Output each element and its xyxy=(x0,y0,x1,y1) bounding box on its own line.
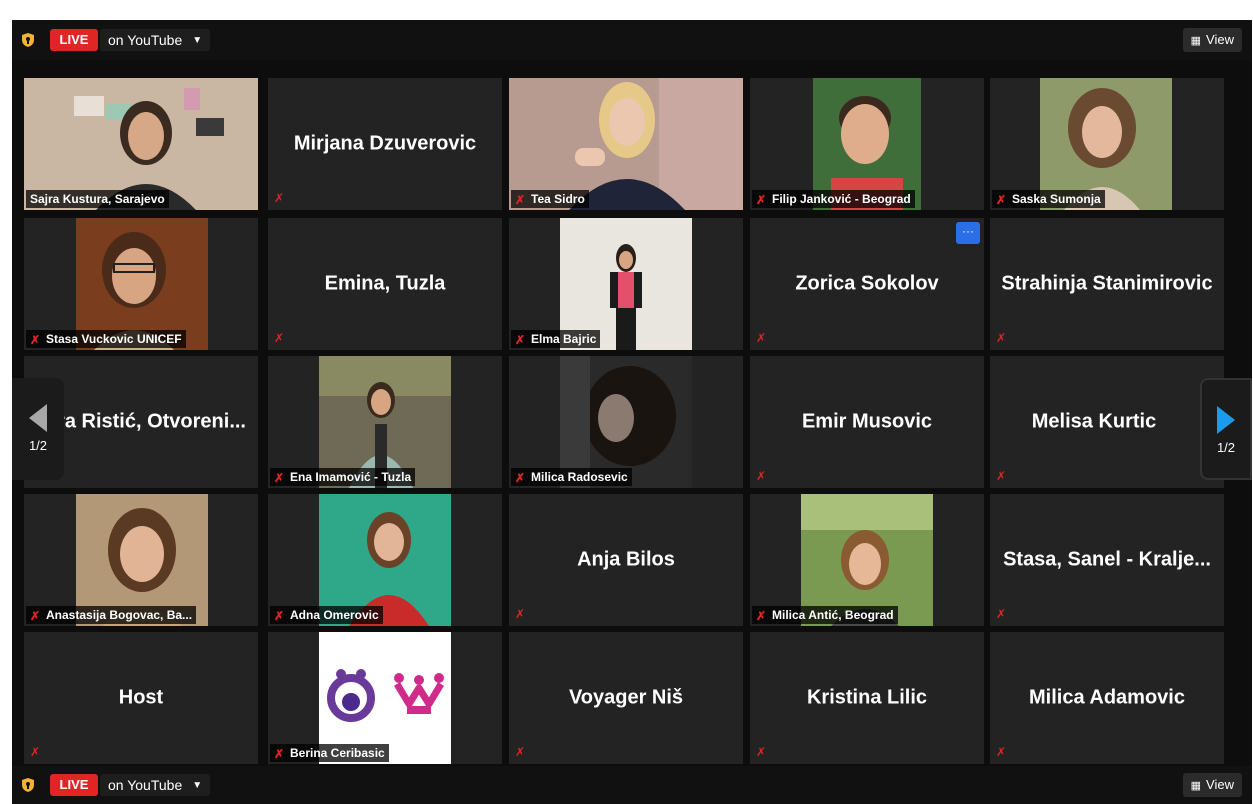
muted-mic-icon: ✗ xyxy=(30,333,41,347)
participant-tile-ena[interactable]: ✗ Ena Imamović - Tuzla xyxy=(268,356,502,488)
participant-name-label: ✗ Ena Imamović - Tuzla xyxy=(270,468,416,486)
participant-tile-saska[interactable]: ✗ Saska Sumonja xyxy=(990,78,1224,210)
zoom-meeting-window: Sajra Kustura, Sarajevo Mirjana Dzuverov… xyxy=(12,20,1252,804)
view-button[interactable]: ▦ View xyxy=(1182,773,1242,797)
muted-mic-icon: ✗ xyxy=(996,331,1007,345)
participant-tile-milica-adamovic[interactable]: Milica Adamovic ✗ xyxy=(990,632,1224,764)
participant-name-label: ✗ Adna Omerovic xyxy=(270,606,383,624)
participant-tile-sajra[interactable]: Sajra Kustura, Sarajevo xyxy=(24,78,258,210)
participant-name-label: ✗ Milica Radosevic xyxy=(511,468,632,486)
participant-tile-zorica[interactable]: Zorica Sokolov ··· ✗ xyxy=(750,218,984,350)
muted-mic-icon: ✗ xyxy=(996,607,1007,621)
muted-mic-icon: ✗ xyxy=(515,193,526,207)
participant-tile-tea[interactable]: ✗ Tea Sidro xyxy=(509,78,743,210)
muted-mic-icon: ✗ xyxy=(515,333,526,347)
participant-name-label: ✗ Stasa Vuckovic UNICEF xyxy=(26,330,186,348)
muted-mic-icon: ✗ xyxy=(515,745,526,759)
more-options-button[interactable]: ··· xyxy=(956,222,980,244)
participant-name: Zorica Sokolov xyxy=(795,272,939,295)
caret-down-icon: ▼ xyxy=(192,780,203,792)
right-arrow-icon xyxy=(1217,406,1235,434)
participant-name: Mirjana Dzuverovic xyxy=(293,132,477,155)
participant-tile-kristina[interactable]: Kristina Lilic ✗ xyxy=(750,632,984,764)
muted-mic-icon: ✗ xyxy=(515,471,526,485)
participant-tile-melisa[interactable]: Melisa Kurtic ✗ xyxy=(990,356,1224,488)
muted-mic-icon: ✗ xyxy=(515,607,526,621)
participant-tile-stasa-vuckovic[interactable]: ✗ Stasa Vuckovic UNICEF xyxy=(24,218,258,350)
participant-tile-milica-radosevic[interactable]: ✗ Milica Radosevic xyxy=(509,356,743,488)
participant-tile-anastasija[interactable]: ✗ Anastasija Bogovac, Ba... xyxy=(24,494,258,626)
previous-page-button[interactable]: 1/2 xyxy=(12,378,64,480)
muted-mic-icon: ✗ xyxy=(996,193,1007,207)
muted-mic-icon: ✗ xyxy=(756,469,767,483)
participant-name-label: ✗ Berina Ceribasic xyxy=(270,744,389,762)
live-stream-dropdown[interactable]: on YouTube ▼ xyxy=(100,774,211,796)
participant-name: Kristina Lilic xyxy=(806,686,928,709)
participant-name: Milica Adamovic xyxy=(1029,686,1185,709)
grid-icon: ▦ xyxy=(1190,35,1202,47)
page-indicator: 1/2 xyxy=(1216,440,1236,455)
muted-mic-icon: ✗ xyxy=(756,331,767,345)
grid-icon: ▦ xyxy=(1190,780,1202,792)
muted-mic-icon: ✗ xyxy=(30,745,41,759)
caret-down-icon: ▼ xyxy=(192,35,203,47)
participant-name: Voyager Niš xyxy=(568,686,684,709)
participant-tile-host[interactable]: Host ✗ xyxy=(24,632,258,764)
muted-mic-icon: ✗ xyxy=(274,609,285,623)
stream-target-label: on YouTube xyxy=(108,777,183,793)
participant-tile-anja[interactable]: Anja Bilos ✗ xyxy=(509,494,743,626)
muted-mic-icon: ✗ xyxy=(274,331,285,345)
live-badge: LIVE xyxy=(50,29,98,51)
participant-tile-emina[interactable]: Emina, Tuzla ✗ xyxy=(268,218,502,350)
participant-tile-filip[interactable]: ✗ Filip Janković - Beograd xyxy=(750,78,984,210)
muted-mic-icon: ✗ xyxy=(274,191,285,205)
view-button[interactable]: ▦ View xyxy=(1182,28,1242,52)
participant-name: Anja Bilos xyxy=(577,548,675,571)
view-label: View xyxy=(1206,32,1234,47)
participant-name: Melisa Kurtic xyxy=(1031,410,1157,433)
participant-tile-stasa-sanel[interactable]: Stasa, Sanel - Kralje... ✗ xyxy=(990,494,1224,626)
participant-name: Emir Musovic xyxy=(801,410,933,433)
participant-name-label: ✗ Tea Sidro xyxy=(511,190,589,208)
live-badge: LIVE xyxy=(50,774,98,796)
participant-name-label: Sajra Kustura, Sarajevo xyxy=(26,190,169,208)
muted-mic-icon: ✗ xyxy=(756,609,767,623)
participant-tile-berina[interactable]: ✗ Berina Ceribasic xyxy=(268,632,502,764)
participant-tile-milica-antic[interactable]: ✗ Milica Antić, Beograd xyxy=(750,494,984,626)
participant-name-label: ✗ Milica Antić, Beograd xyxy=(752,606,898,624)
participant-tile-voyager[interactable]: Voyager Niš ✗ xyxy=(509,632,743,764)
stream-target-label: on YouTube xyxy=(108,32,183,48)
participant-name-label: ✗ Filip Janković - Beograd xyxy=(752,190,915,208)
next-page-button[interactable]: 1/2 xyxy=(1200,378,1252,480)
muted-mic-icon: ✗ xyxy=(274,471,285,485)
page-indicator: 1/2 xyxy=(28,438,48,453)
participant-tile-adna[interactable]: ✗ Adna Omerovic xyxy=(268,494,502,626)
muted-mic-icon: ✗ xyxy=(756,745,767,759)
muted-mic-icon: ✗ xyxy=(30,609,41,623)
participant-tile-strahinja[interactable]: Strahinja Stanimirovic ✗ xyxy=(990,218,1224,350)
participant-name: Strahinja Stanimirovic xyxy=(1001,272,1213,295)
participant-name: Host xyxy=(118,686,164,709)
participant-name-label: ✗ Elma Bajric xyxy=(511,330,601,348)
participant-tile-elma[interactable]: ✗ Elma Bajric xyxy=(509,218,743,350)
participant-name: Stasa, Sanel - Kralje... xyxy=(1003,548,1211,571)
bottom-toolbar: LIVE on YouTube ▼ ▦ View xyxy=(12,766,1252,804)
muted-mic-icon: ✗ xyxy=(996,469,1007,483)
view-label: View xyxy=(1206,777,1234,792)
top-toolbar: LIVE on YouTube ▼ ▦ View xyxy=(12,20,1252,60)
security-shield-icon[interactable] xyxy=(20,32,36,48)
participant-name-label: ✗ Anastasija Bogovac, Ba... xyxy=(26,606,197,624)
participant-tile-mirjana[interactable]: Mirjana Dzuverovic ✗ xyxy=(268,78,502,210)
muted-mic-icon: ✗ xyxy=(996,745,1007,759)
muted-mic-icon: ✗ xyxy=(756,193,767,207)
live-stream-dropdown[interactable]: on YouTube ▼ xyxy=(100,29,211,51)
participant-name-label: ✗ Saska Sumonja xyxy=(992,190,1105,208)
muted-mic-icon: ✗ xyxy=(274,747,285,761)
gallery-grid: Sajra Kustura, Sarajevo Mirjana Dzuverov… xyxy=(12,20,1252,804)
security-shield-icon[interactable] xyxy=(20,777,36,793)
participant-tile-emir[interactable]: Emir Musovic ✗ xyxy=(750,356,984,488)
left-arrow-icon xyxy=(29,404,47,432)
participant-name: Emina, Tuzla xyxy=(324,272,446,295)
